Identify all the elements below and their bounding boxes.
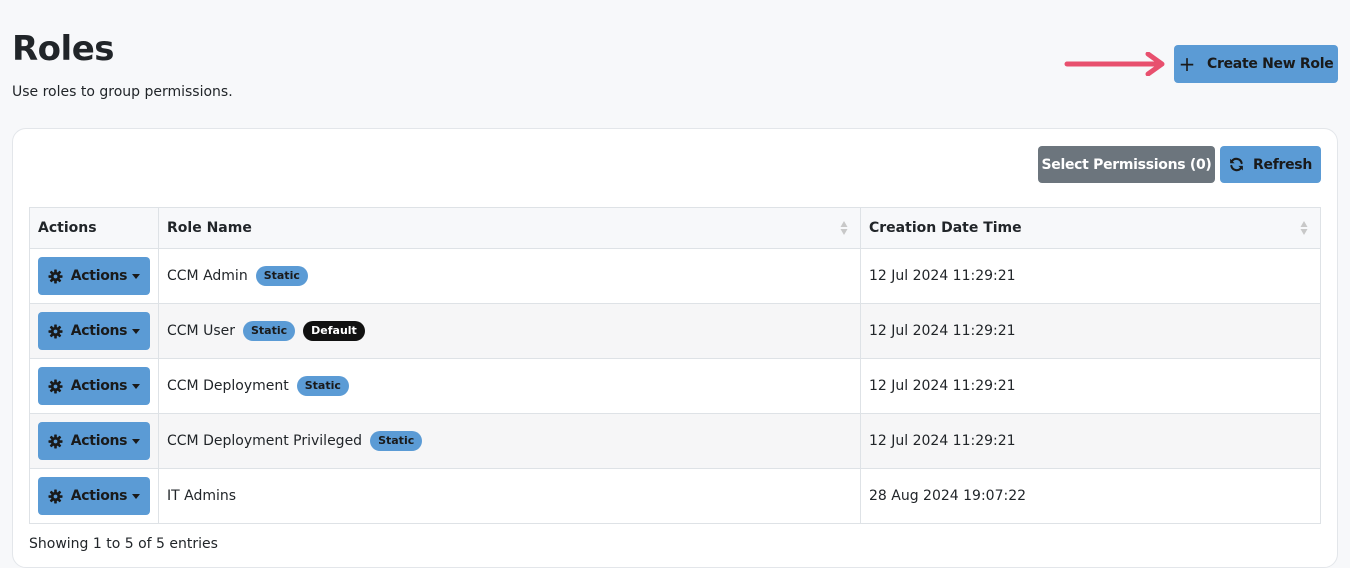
table-row: Actions CCM Deployment Privileged Static … — [29, 413, 1321, 469]
role-name: CCM Admin — [167, 268, 248, 284]
roles-table: Actions Role Name Creation Date Time Act… — [29, 207, 1321, 524]
role-name-cell: CCM Deployment Static — [158, 358, 861, 414]
row-actions-button[interactable]: Actions — [38, 477, 150, 515]
actions-label: Actions — [70, 433, 128, 449]
role-name-cell: CCM Admin Static — [158, 248, 861, 304]
role-name: CCM User — [167, 323, 235, 339]
role-name: CCM Deployment Privileged — [167, 433, 363, 449]
refresh-button[interactable]: Refresh — [1220, 146, 1321, 183]
select-permissions-button[interactable]: Select Permissions (0) — [1038, 146, 1215, 183]
sort-icon — [1300, 221, 1308, 235]
default-badge: Default — [303, 321, 365, 341]
actions-cell: Actions — [29, 468, 159, 524]
actions-label: Actions — [70, 323, 128, 339]
static-badge: Static — [296, 376, 349, 396]
gear-icon — [48, 268, 63, 284]
table-row: Actions CCM Admin Static 12 Jul 2024 11:2… — [29, 248, 1321, 304]
caret-down-icon — [132, 383, 141, 389]
column-header-role-name[interactable]: Role Name — [158, 207, 861, 249]
column-header-creation-date-time[interactable]: Creation Date Time — [860, 207, 1321, 249]
refresh-icon — [1230, 157, 1243, 172]
sort-icon — [840, 221, 848, 235]
row-actions-button[interactable]: Actions — [38, 367, 150, 405]
actions-cell: Actions — [29, 303, 159, 359]
create-new-role-label: Create New Role — [1207, 56, 1334, 72]
static-badge: Static — [243, 321, 296, 341]
column-header-role-name-label: Role Name — [167, 220, 252, 236]
table-header-row: Actions Role Name Creation Date Time — [29, 207, 1321, 249]
gear-icon — [48, 323, 63, 339]
role-name-cell: CCM Deployment Privileged Static — [158, 413, 861, 469]
table-row: Actions CCM Deployment Static 12 Jul 2024… — [29, 358, 1321, 414]
gear-icon — [48, 488, 63, 504]
caret-down-icon — [132, 438, 141, 444]
static-badge: Static — [370, 431, 423, 451]
gear-icon — [48, 378, 63, 394]
caret-down-icon — [132, 328, 141, 334]
creation-date-cell: 12 Jul 2024 11:29:21 — [860, 248, 1321, 304]
creation-date-cell: 12 Jul 2024 11:29:21 — [860, 303, 1321, 359]
create-new-role-button[interactable]: + Create New Role — [1174, 45, 1338, 83]
role-name-cell: IT Admins — [158, 468, 861, 524]
row-actions-button[interactable]: Actions — [38, 257, 150, 295]
column-header-creation-date-label: Creation Date Time — [869, 220, 1022, 236]
actions-cell: Actions — [29, 248, 159, 304]
arrow-right-icon — [1064, 52, 1165, 76]
column-header-actions: Actions — [29, 207, 159, 249]
creation-date-cell: 12 Jul 2024 11:29:21 — [860, 413, 1321, 469]
actions-cell: Actions — [29, 358, 159, 414]
role-name: CCM Deployment — [167, 378, 289, 394]
actions-label: Actions — [70, 268, 128, 284]
caret-down-icon — [132, 273, 141, 279]
actions-label: Actions — [70, 378, 128, 394]
static-badge: Static — [255, 266, 308, 286]
row-actions-button[interactable]: Actions — [38, 312, 150, 350]
role-name-cell: CCM User Static Default — [158, 303, 861, 359]
table-row: Actions CCM User Static Default 12 Jul 202… — [29, 303, 1321, 359]
page-title: Roles — [12, 29, 115, 69]
caret-down-icon — [132, 493, 141, 499]
table-body: Actions CCM Admin Static 12 Jul 2024 11:2… — [29, 248, 1321, 524]
actions-label: Actions — [70, 488, 128, 504]
gear-icon — [48, 433, 63, 449]
role-name: IT Admins — [167, 488, 237, 504]
row-actions-button[interactable]: Actions — [38, 422, 150, 460]
creation-date-cell: 12 Jul 2024 11:29:21 — [860, 358, 1321, 414]
plus-icon: + — [1178, 52, 1196, 76]
actions-cell: Actions — [29, 413, 159, 469]
creation-date-cell: 28 Aug 2024 19:07:22 — [860, 468, 1321, 524]
refresh-label: Refresh — [1253, 156, 1312, 173]
page-subtitle: Use roles to group permissions. — [12, 84, 233, 100]
table-row: Actions IT Admins 28 Aug 2024 19:07:22 — [29, 468, 1321, 524]
